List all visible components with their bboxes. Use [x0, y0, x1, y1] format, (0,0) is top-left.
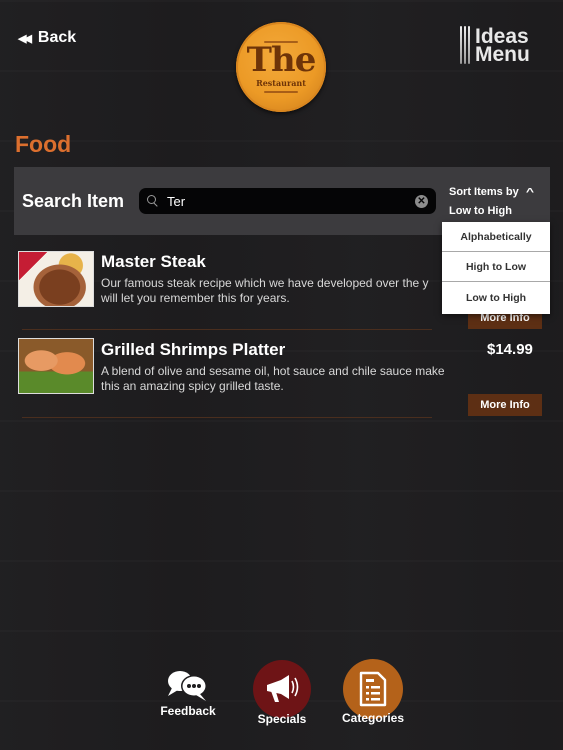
search-field[interactable]: ✕ [139, 188, 436, 214]
back-label: Back [37, 29, 77, 46]
item-description-line: A blend of olive and sesame oil, hot sau… [101, 364, 445, 378]
clear-icon[interactable]: ✕ [415, 194, 428, 208]
feedback-icon [168, 671, 207, 701]
logo-swash-bottom [264, 91, 298, 93]
sort-option-alphabetically[interactable]: Alphabetically [442, 222, 550, 252]
nav-specials[interactable]: Specials [251, 660, 313, 726]
nav-label: Categories [341, 711, 405, 725]
item-name: Master Steak [101, 252, 206, 271]
sort-option-low-to-high[interactable]: Low to High [442, 282, 550, 314]
chevron-up-icon: ^ [525, 187, 534, 198]
item-description-line: this an amazing spicy grilled taste. [101, 379, 284, 393]
double-chevron-left-icon: ◀◀ [18, 32, 32, 45]
nav-categories[interactable]: Categories [338, 659, 408, 725]
nav-feedback[interactable]: Feedback [156, 668, 220, 718]
megaphone-icon [267, 675, 299, 702]
item-image-master-steak[interactable] [18, 251, 94, 307]
item-description-line: Our famous steak recipe which we have de… [101, 276, 429, 290]
item-description: A blend of olive and sesame oil, hot sau… [101, 364, 471, 394]
back-button[interactable]: ◀◀ Back [18, 29, 76, 47]
restaurant-logo: The Restaurant [236, 22, 326, 112]
item-description: Our famous steak recipe which we have de… [101, 276, 441, 306]
sort-dropdown: Alphabetically High to Low Low to High [442, 222, 550, 314]
item-description-line: will let you remember this for years. [101, 291, 290, 305]
search-label: Search Item [22, 191, 125, 211]
item-name: Grilled Shrimps Platter [101, 340, 286, 359]
item-divider [22, 417, 432, 418]
item-price: $14.99 [487, 341, 533, 358]
specials-circle [253, 660, 311, 718]
sort-selected-value: Low to High [449, 205, 512, 217]
logo-subtitle: Restaurant [256, 78, 306, 88]
nav-label: Feedback [160, 704, 216, 718]
nav-label: Specials [257, 712, 307, 726]
brand-line-2: Menu [475, 43, 530, 66]
logo-swash-top [264, 41, 298, 43]
fork-icon [460, 26, 472, 66]
logo-title: The [246, 40, 317, 80]
search-icon [147, 195, 159, 207]
item-divider [22, 329, 432, 330]
sort-option-high-to-low[interactable]: High to Low [442, 252, 550, 282]
item-image-grilled-shrimps[interactable] [18, 338, 94, 394]
section-title: Food [15, 131, 72, 157]
search-input[interactable] [167, 193, 415, 209]
sort-label: Sort Items by [449, 186, 519, 198]
document-list-icon [359, 671, 387, 707]
ideas-menu-brand: Ideas Menu [460, 26, 530, 66]
more-info-button[interactable]: More Info [468, 394, 542, 416]
sort-toggle[interactable]: Sort Items by ^ Low to High [449, 183, 534, 221]
categories-circle [343, 659, 403, 719]
